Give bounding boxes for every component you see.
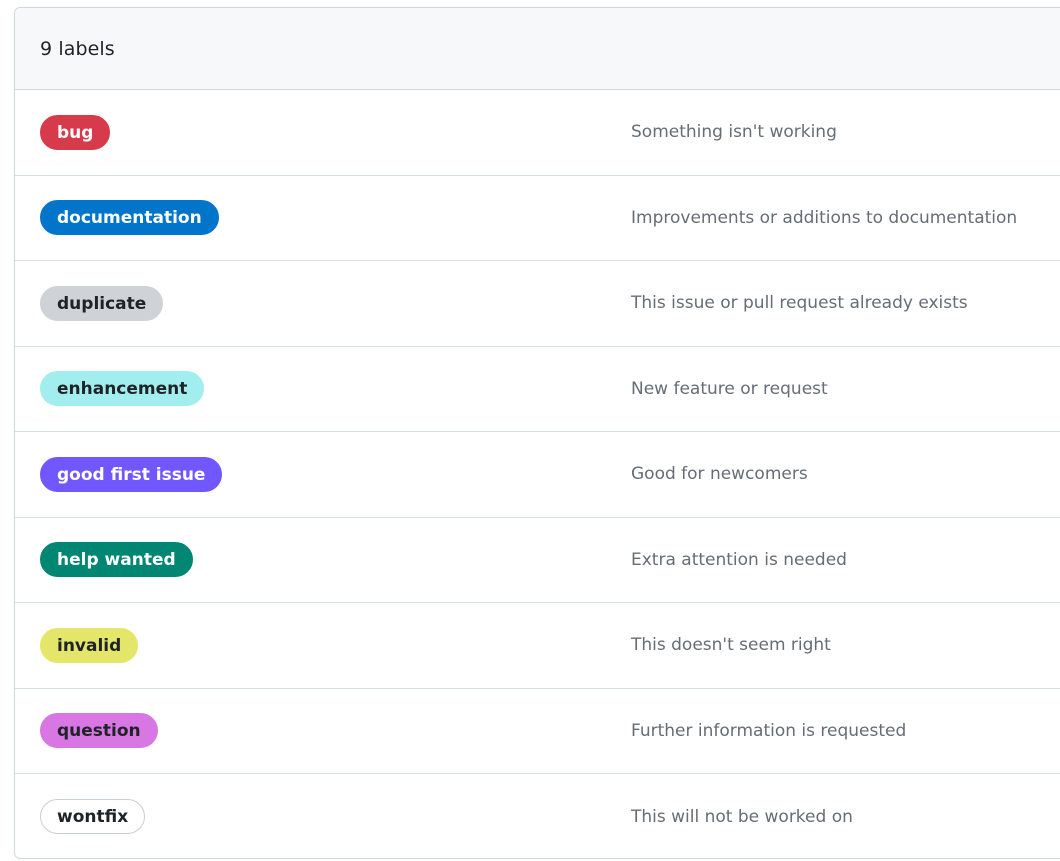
label-pill-enhancement[interactable]: enhancement — [40, 371, 205, 407]
label-cell: enhancement — [15, 371, 605, 407]
label-pill-good-first-issue[interactable]: good first issue — [40, 456, 223, 492]
labels-header: 9 labels — [15, 8, 1060, 90]
label-row: documentation Improvements or additions … — [15, 176, 1060, 261]
label-pill-invalid[interactable]: invalid — [40, 627, 139, 663]
label-description: Extra attention is needed — [631, 549, 847, 570]
label-cell: good first issue — [15, 456, 605, 492]
label-cell: wontfix — [15, 799, 605, 835]
label-cell: invalid — [15, 627, 605, 663]
label-pill-question[interactable]: question — [40, 713, 158, 749]
labels-count-title: 9 labels — [40, 37, 115, 60]
label-pill-help-wanted[interactable]: help wanted — [40, 542, 193, 578]
label-pill-documentation[interactable]: documentation — [40, 200, 219, 236]
label-row: duplicate This issue or pull request alr… — [15, 261, 1060, 347]
label-description: This issue or pull request already exist… — [631, 293, 968, 314]
label-cell: help wanted — [15, 542, 605, 578]
label-description: New feature or request — [631, 378, 828, 399]
label-description: Further information is requested — [631, 720, 907, 741]
label-row: wontfix This will not be worked on — [15, 774, 1060, 858]
labels-box: 9 labels bug Something isn't working doc… — [14, 7, 1060, 859]
label-cell: bug — [15, 114, 605, 150]
label-description: This will not be worked on — [631, 806, 853, 827]
label-pill-bug[interactable]: bug — [40, 114, 111, 150]
label-description: Good for newcomers — [631, 464, 808, 485]
label-row: bug Something isn't working — [15, 90, 1060, 176]
label-row: enhancement New feature or request — [15, 347, 1060, 432]
label-row: good first issue Good for newcomers — [15, 432, 1060, 518]
label-row: help wanted Extra attention is needed — [15, 518, 1060, 603]
label-cell: question — [15, 713, 605, 749]
label-description: This doesn't seem right — [631, 635, 831, 656]
label-cell: duplicate — [15, 285, 605, 321]
label-cell: documentation — [15, 200, 605, 236]
label-row: question Further information is requeste… — [15, 689, 1060, 774]
label-row: invalid This doesn't seem right — [15, 603, 1060, 689]
label-pill-wontfix[interactable]: wontfix — [40, 799, 146, 835]
label-description: Improvements or additions to documentati… — [631, 207, 1018, 228]
label-description: Something isn't working — [631, 122, 837, 143]
label-pill-duplicate[interactable]: duplicate — [40, 285, 164, 321]
